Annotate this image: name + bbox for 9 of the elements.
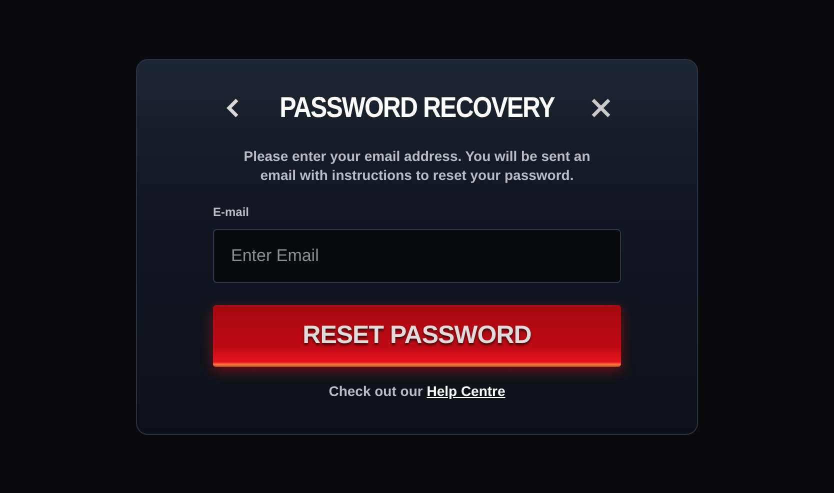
email-label: E-mail: [213, 204, 250, 221]
dialog-title: PASSWORD RECOVERY: [280, 90, 554, 126]
help-text: Check out our Help Centre: [328, 382, 506, 401]
email-input[interactable]: Enter Email: [213, 229, 621, 283]
close-icon: [590, 98, 611, 118]
dialog-description: Please enter your email address. You will be sent an email with instructions to reset your password.: [242, 147, 592, 185]
chevron-left-icon: [225, 98, 241, 118]
help-centre-link[interactable]: Help Centre: [426, 383, 506, 399]
reset-password-button[interactable]: RESET PASSWORD: [213, 305, 621, 367]
